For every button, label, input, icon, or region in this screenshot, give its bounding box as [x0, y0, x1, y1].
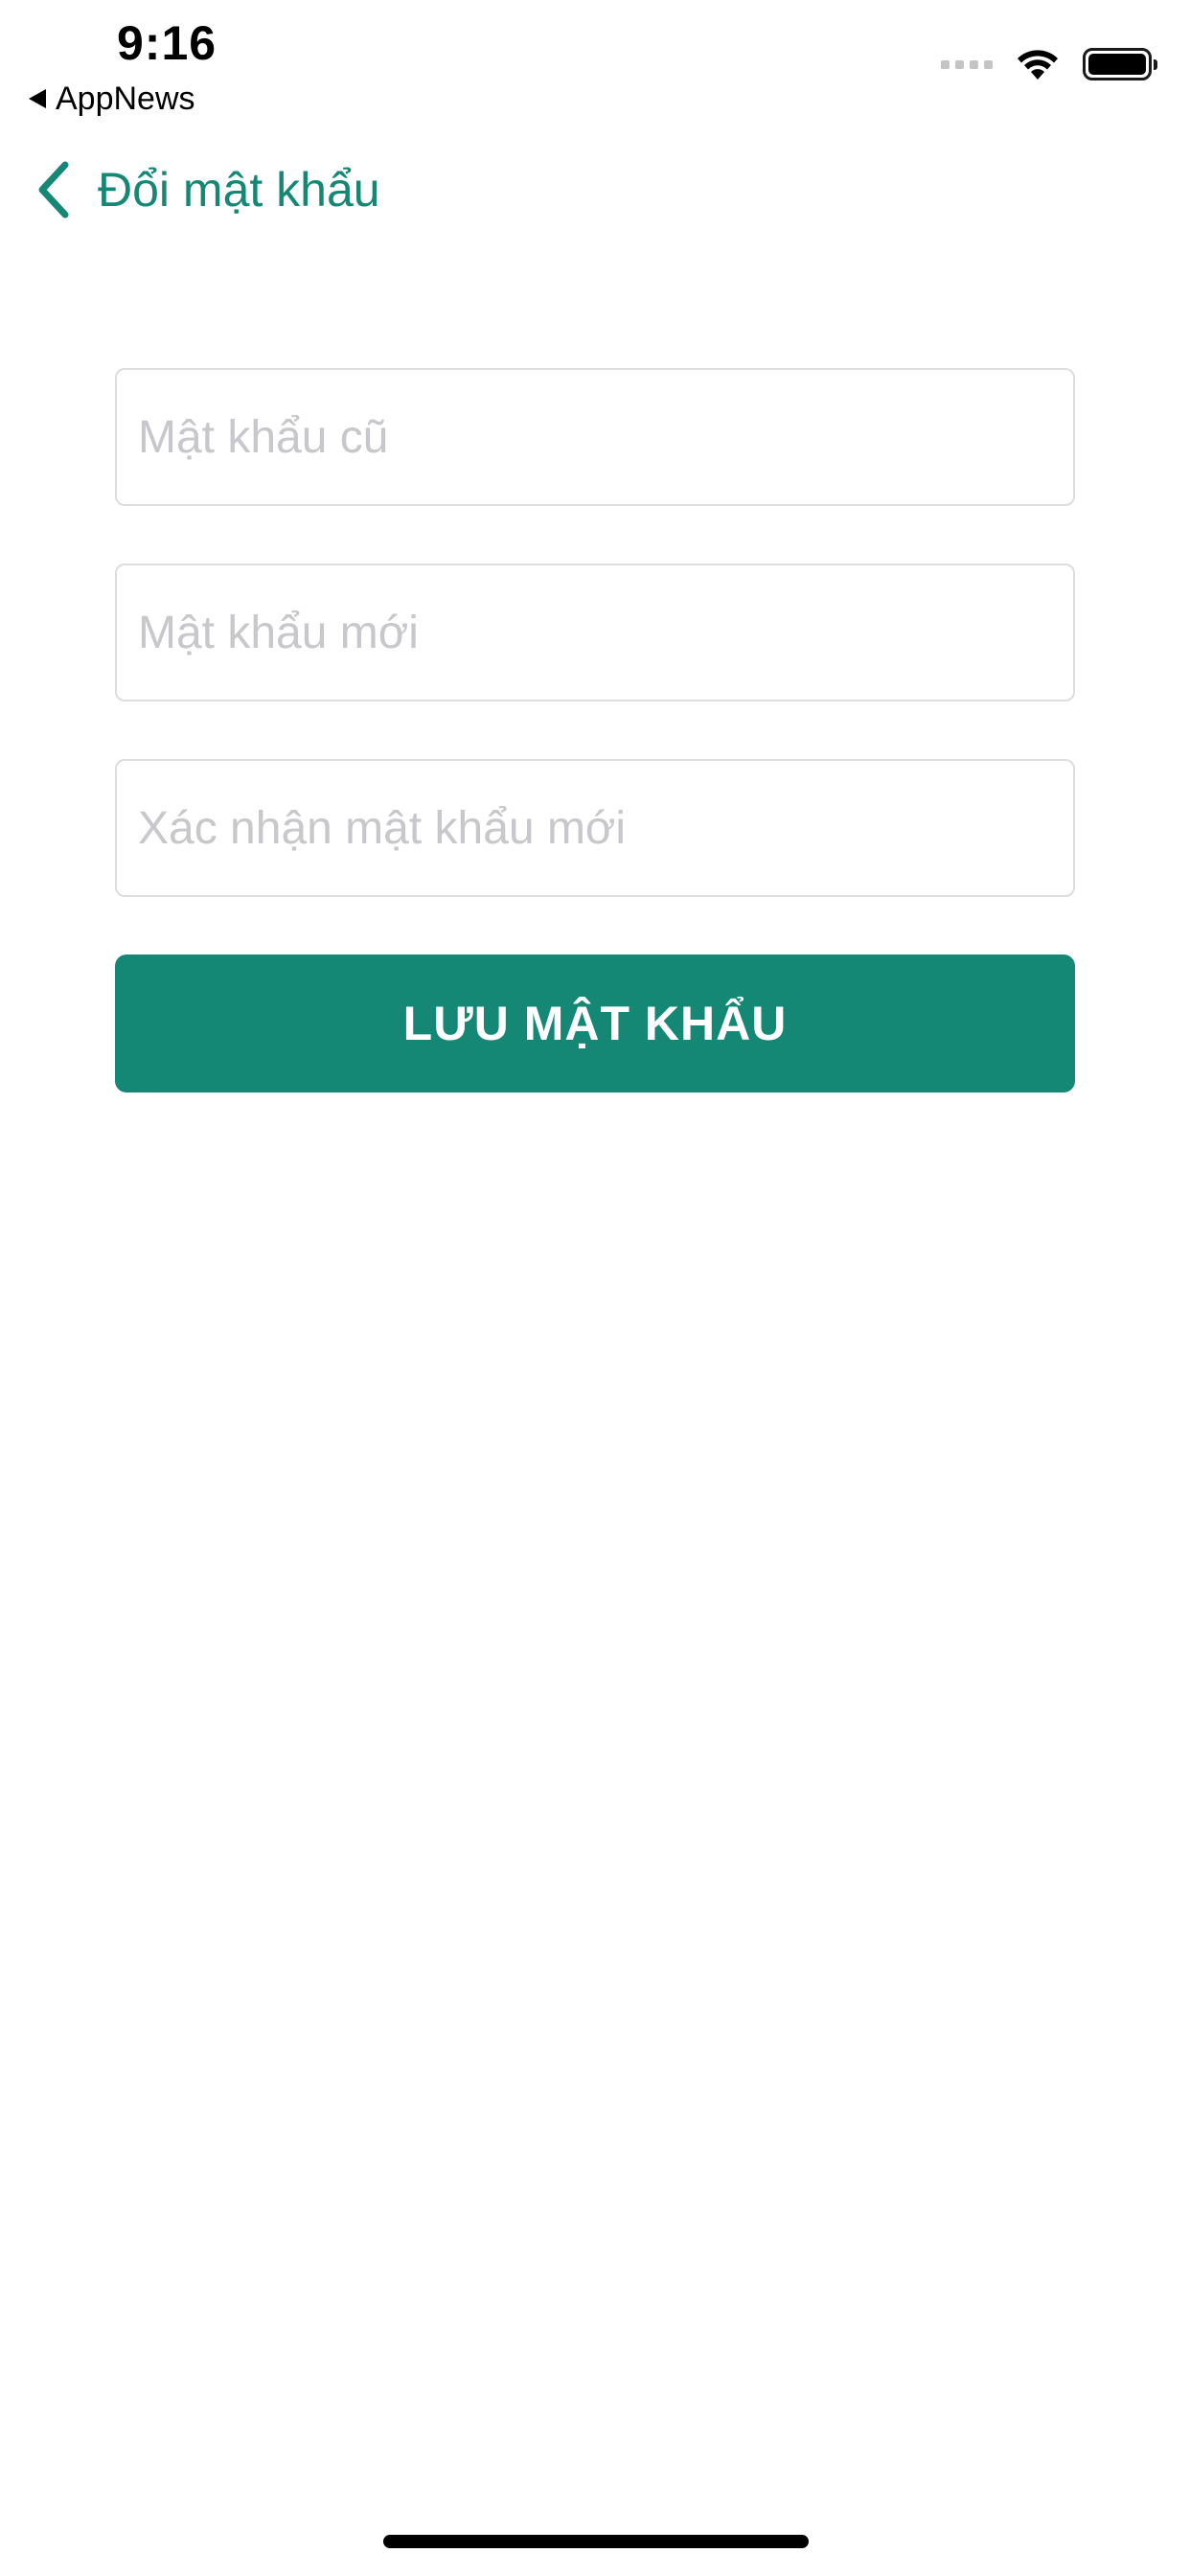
new-password-input[interactable] — [117, 565, 1073, 700]
new-password-field-container — [115, 564, 1075, 702]
status-time: 9:16 — [117, 16, 217, 70]
save-password-button[interactable]: LƯU MẬT KHẨU — [115, 954, 1075, 1092]
page-title: Đổi mật khẩu — [98, 163, 380, 217]
wifi-icon — [1018, 50, 1058, 80]
back-app-label: AppNews — [56, 80, 195, 117]
home-indicator[interactable] — [383, 2535, 809, 2548]
chevron-left-icon[interactable] — [34, 161, 73, 218]
battery-icon — [1083, 48, 1157, 80]
cellular-signal-icon — [941, 59, 993, 69]
navigation-bar: Đổi mật khẩu — [34, 155, 380, 224]
confirm-password-field-container — [115, 759, 1075, 897]
back-triangle-icon — [29, 89, 46, 108]
status-indicators — [941, 42, 1157, 86]
back-to-app-button[interactable]: AppNews — [29, 77, 195, 121]
old-password-field-container — [115, 368, 1075, 506]
old-password-input[interactable] — [117, 370, 1073, 504]
confirm-password-input[interactable] — [117, 761, 1073, 895]
